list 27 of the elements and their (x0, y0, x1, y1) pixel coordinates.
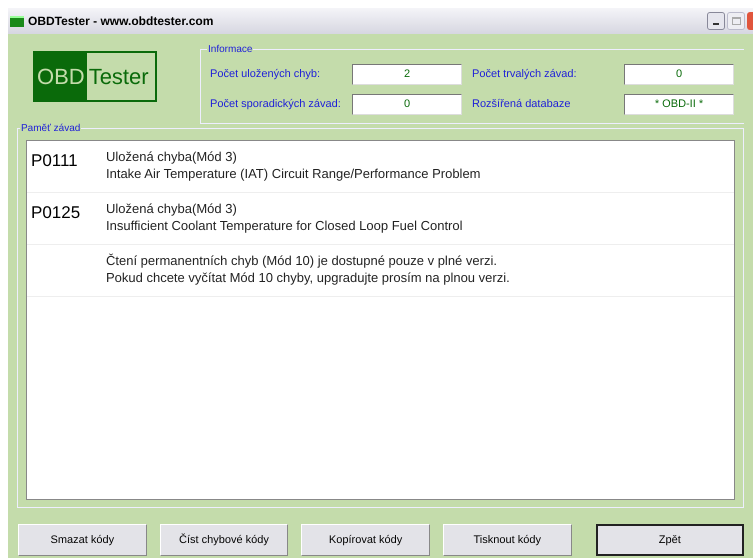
field-label: Počet trvalých závad: (472, 67, 578, 82)
logo-text: Tester (88, 63, 150, 91)
close-button[interactable] (747, 12, 753, 30)
field-label: Rozšířená databaze (472, 97, 572, 112)
field-label: Počet sporadických závad: (210, 97, 342, 112)
fault-description: Insufficient Coolant Temperature for Closed Loop Fuel Control (106, 217, 462, 234)
window-title: OBDTester - www.obdtester.com (28, 13, 214, 30)
value-field[interactable]: 2 (352, 64, 462, 85)
action-button[interactable]: Smazat kódy (18, 524, 147, 556)
value-field[interactable]: 0 (352, 94, 462, 115)
action-button[interactable]: Číst chybové kódy (160, 524, 288, 556)
field-label: Počet uložených chyb: (210, 67, 322, 82)
action-button[interactable]: Kopírovat kódy (301, 524, 430, 556)
logo-text: OBD (35, 53, 87, 100)
action-button[interactable]: Zpět (596, 524, 744, 556)
fault-description: Intake Air Temperature (IAT) Circuit Range/Performance Problem (106, 165, 480, 182)
fault-code: P0111 (31, 151, 78, 170)
fault-status: Uložená chyba(Mód 3) (106, 200, 238, 217)
fault-description: Pokud chcete vyčítat Mód 10 chyby, upgradujte prosím na plnou verzi. (106, 269, 510, 286)
fault-status: Uložená chyba(Mód 3) (106, 148, 238, 165)
action-button[interactable]: Tisknout kódy (442, 524, 572, 556)
app-icon (10, 16, 24, 26)
fault-status: Čtení permanentních chyb (Mód 10) je dostupné pouze v plné verzi. (106, 252, 498, 269)
minimize-button[interactable] (707, 12, 725, 30)
value-field[interactable]: 0 (624, 64, 734, 85)
fault-code: P0125 (31, 203, 80, 222)
value-field[interactable]: * OBD-II * (624, 94, 734, 115)
